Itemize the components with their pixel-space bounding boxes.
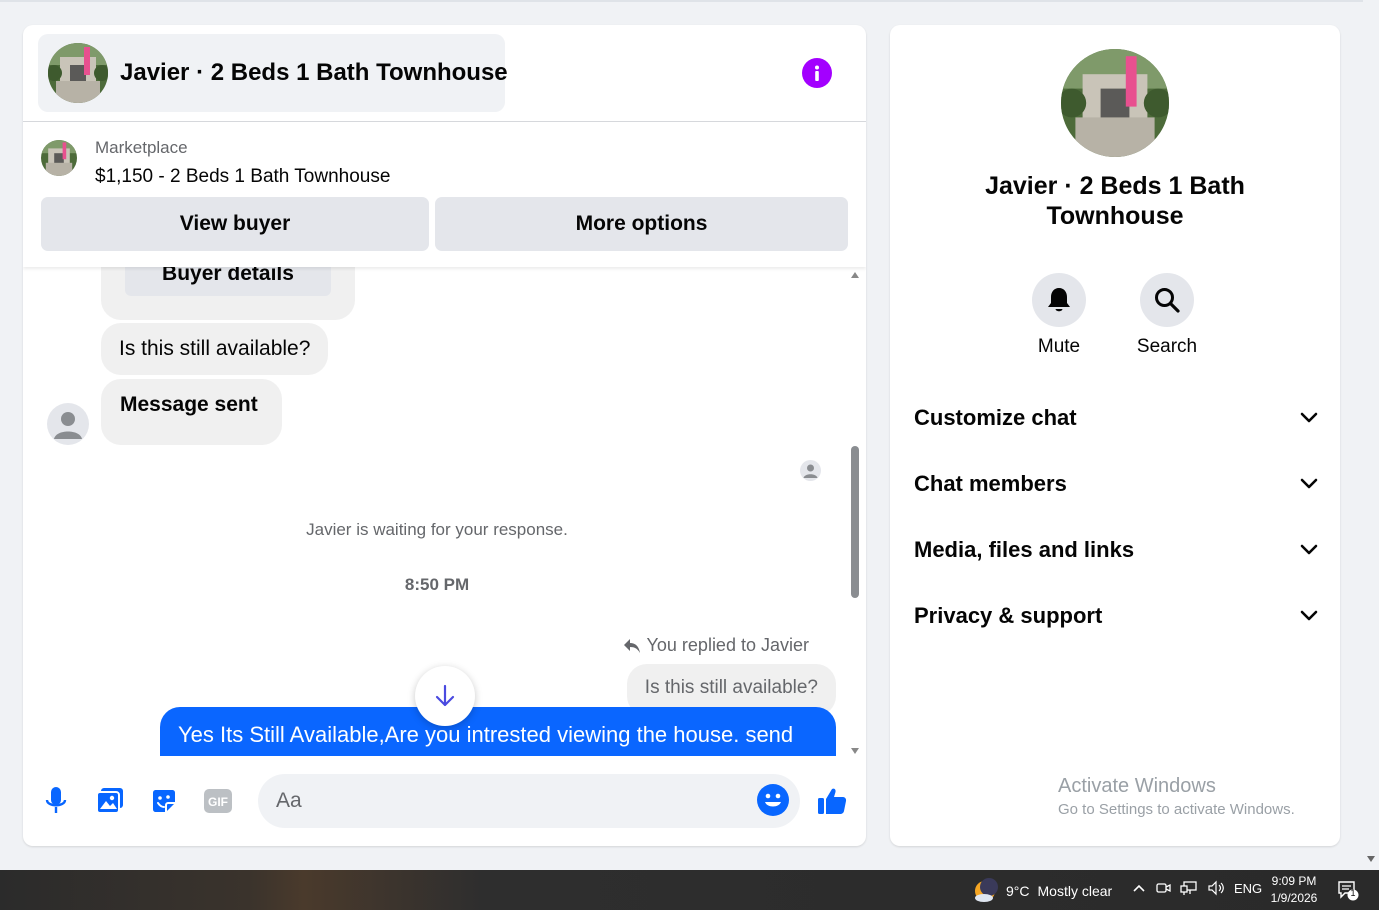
- arrow-down-icon: [435, 684, 455, 707]
- activate-windows-title: Activate Windows: [1058, 775, 1216, 797]
- meet-now-icon[interactable]: [1155, 880, 1171, 896]
- chevron-down-icon: [1300, 478, 1318, 489]
- chevron-down-icon: [1300, 544, 1318, 555]
- scroll-thumb[interactable]: [851, 446, 859, 598]
- profile-avatar[interactable]: [1061, 49, 1169, 157]
- view-buyer-button[interactable]: View buyer: [41, 197, 429, 251]
- photo-icon[interactable]: [93, 784, 127, 818]
- reply-arrow-icon: [623, 638, 640, 653]
- activate-windows-watermark: Activate Windows Go to Settings to activ…: [1058, 775, 1295, 818]
- chat-header[interactable]: Javier · 2 Beds 1 Bath Townhouse: [38, 34, 508, 112]
- scroll-down-arrow[interactable]: [851, 748, 859, 754]
- marketplace-message: Buyer details: [101, 267, 355, 320]
- listing-thumbnail: [41, 140, 77, 176]
- message-list[interactable]: Buyer details Is this still available? M…: [23, 267, 866, 756]
- search-button[interactable]: Search: [1122, 273, 1212, 358]
- reply-indicator-text: You replied to Javier: [646, 635, 809, 655]
- mute-label: Mute: [1037, 336, 1081, 357]
- microphone-icon[interactable]: [39, 784, 73, 818]
- composer-bar: GIF: [23, 770, 866, 832]
- notification-count: 1: [1350, 888, 1356, 898]
- marketplace-banner: Marketplace $1,150 - 2 Beds 1 Bath Townh…: [23, 122, 866, 267]
- windows-taskbar: 9°C Mostly clear ENG 9:09 PM 1/9/2026 1: [0, 870, 1379, 910]
- message-scrollbar[interactable]: [849, 270, 861, 756]
- system-tray: ENG: [1132, 880, 1262, 896]
- menu-privacy-support[interactable]: Privacy & support: [914, 594, 1318, 638]
- menu-media-files-links[interactable]: Media, files and links: [914, 528, 1318, 572]
- moon-icon: [975, 878, 998, 902]
- menu-chat-members[interactable]: Chat members: [914, 462, 1318, 506]
- message-bubble-incoming[interactable]: Message sent: [101, 379, 282, 445]
- weather-condition: Mostly clear: [1037, 883, 1113, 899]
- weather-temperature: 9°C: [1006, 883, 1030, 899]
- message-bubble-incoming[interactable]: Is this still available?: [101, 323, 329, 375]
- window-top-edge: [0, 0, 1363, 2]
- more-options-button[interactable]: More options: [435, 197, 848, 251]
- listing-title[interactable]: $1,150 - 2 Beds 1 Bath Townhouse: [95, 166, 390, 188]
- chat-panel: Javier · 2 Beds 1 Bath Townhouse Marketp…: [23, 25, 866, 846]
- read-receipt-avatar: [800, 460, 821, 481]
- weather-widget[interactable]: 9°C Mostly clear: [972, 878, 1112, 904]
- emoji-icon[interactable]: [757, 784, 789, 816]
- sender-avatar[interactable]: [47, 403, 89, 445]
- search-icon: [1155, 288, 1180, 313]
- chevron-down-icon: [1300, 412, 1318, 423]
- svg-text:GIF: GIF: [208, 795, 228, 809]
- conversation-info-panel: Javier · 2 Beds 1 Bath Townhouse Mute Se…: [890, 25, 1340, 846]
- chat-title: Javier · 2 Beds 1 Bath Townhouse: [120, 59, 508, 86]
- message-timestamp: 8:50 PM: [404, 575, 470, 594]
- reply-indicator: You replied to Javier: [623, 635, 809, 656]
- activate-windows-subtitle: Go to Settings to activate Windows.: [1058, 801, 1295, 818]
- chevron-up-icon[interactable]: [1132, 883, 1146, 893]
- chat-avatar: [48, 43, 108, 103]
- marketplace-label: Marketplace: [95, 138, 188, 157]
- network-icon[interactable]: [1180, 880, 1198, 896]
- search-label: Search: [1136, 336, 1198, 357]
- bell-icon: [1048, 288, 1070, 312]
- profile-name: Javier · 2 Beds 1 Bath Townhouse: [985, 172, 1245, 230]
- message-input[interactable]: [258, 774, 800, 828]
- taskbar-clock[interactable]: 9:09 PM 1/9/2026: [1262, 873, 1326, 907]
- chevron-down-icon: [1300, 610, 1318, 621]
- volume-icon[interactable]: [1207, 880, 1225, 896]
- clock-date: 1/9/2026: [1270, 891, 1318, 905]
- buyer-details-button[interactable]: Buyer details: [125, 267, 331, 296]
- clock-time: 9:09 PM: [1271, 874, 1317, 888]
- menu-customize-chat[interactable]: Customize chat: [914, 396, 1318, 440]
- thumbs-up-icon[interactable]: [815, 784, 849, 818]
- sticker-icon[interactable]: [147, 784, 181, 818]
- language-indicator[interactable]: ENG: [1234, 881, 1262, 896]
- notification-center-icon[interactable]: 1: [1337, 879, 1359, 901]
- mute-button[interactable]: Mute: [1014, 273, 1104, 358]
- waiting-notice: Javier is waiting for your response.: [306, 520, 568, 539]
- message-bubble-outgoing[interactable]: Yes Its Still Available,Are you intreste…: [160, 707, 836, 756]
- gif-icon[interactable]: GIF: [201, 784, 235, 818]
- scroll-to-bottom-button[interactable]: [415, 666, 475, 726]
- page-scroll-down-arrow[interactable]: [1367, 856, 1375, 862]
- info-icon[interactable]: [802, 58, 832, 88]
- scroll-up-arrow[interactable]: [851, 272, 859, 278]
